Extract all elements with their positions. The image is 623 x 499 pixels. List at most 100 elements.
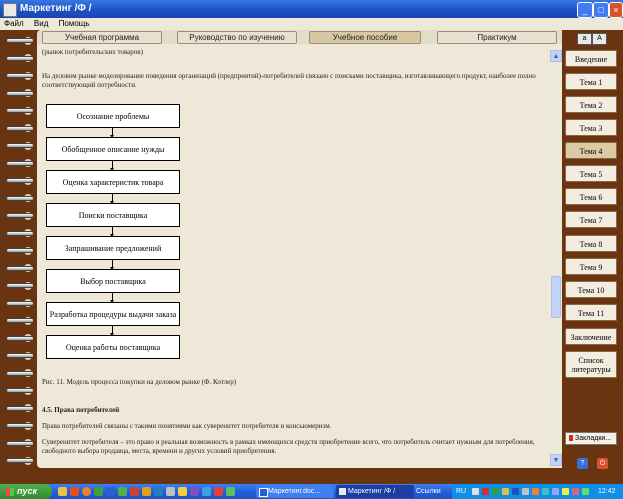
spiral-ring	[6, 195, 34, 201]
menu-help[interactable]: Помощь	[59, 18, 90, 30]
spiral-ring	[6, 370, 34, 376]
theme-8[interactable]: Тема 8	[565, 235, 617, 252]
tab-study-guide[interactable]: Руководство по изучению	[177, 31, 297, 44]
quicklaunch-excel-icon[interactable]	[118, 487, 127, 496]
tray-misc-icon[interactable]	[582, 488, 589, 495]
tray-volume-icon[interactable]	[522, 488, 529, 495]
quicklaunch-media-icon[interactable]	[70, 487, 79, 496]
tray-update-icon[interactable]	[532, 488, 539, 495]
theme-2[interactable]: Тема 2	[565, 96, 617, 113]
spiral-ring	[6, 230, 34, 236]
section-heading: 4.5. Права потребителей	[42, 406, 120, 414]
flow-arrow	[110, 226, 114, 237]
flow-step: Оценка работы поставщика	[46, 335, 180, 359]
bookmarks-button[interactable]: Закладки...	[565, 432, 617, 445]
menu-file[interactable]: Файл	[4, 18, 24, 30]
paragraph-sovereignty: Суверенитет потребителя – это право и ре…	[42, 438, 535, 455]
flow-arrow	[110, 193, 114, 204]
spiral-ring	[6, 125, 34, 131]
menu-view[interactable]: Вид	[34, 18, 48, 30]
quicklaunch-notes-icon[interactable]	[178, 487, 187, 496]
quicklaunch-browser-icon[interactable]	[82, 487, 91, 496]
quicklaunch-network-icon[interactable]	[202, 487, 211, 496]
flow-step: Запрашивание предложений	[46, 236, 180, 260]
spiral-ring	[6, 423, 34, 428]
quicklaunch-powerpoint-icon[interactable]	[130, 487, 139, 496]
font-increase-button[interactable]: A	[592, 33, 607, 45]
scroll-up-button[interactable]: ▲	[550, 50, 562, 62]
quicklaunch-tool-icon[interactable]	[190, 487, 199, 496]
tray-keyboard-icon[interactable]	[472, 488, 479, 495]
spiral-ring	[6, 38, 34, 43]
help-icon[interactable]: ?	[577, 458, 588, 469]
scroll-down-button[interactable]: ▼	[550, 454, 562, 466]
quicklaunch-outlook-icon[interactable]	[154, 487, 163, 496]
links-toolbar[interactable]: Ссылки	[416, 484, 441, 499]
theme-conclusion[interactable]: Заключение	[565, 328, 617, 345]
theme-10[interactable]: Тема 10	[565, 281, 617, 298]
close-button[interactable]: ×	[609, 2, 623, 18]
tray-sync-icon[interactable]	[542, 488, 549, 495]
figure-caption: Рис. 11. Модель процесса покупки на дело…	[42, 378, 237, 386]
theme-4[interactable]: Тема 4	[565, 142, 617, 159]
tray-power-icon[interactable]	[562, 488, 569, 495]
content-area: (рынок потребительских товаров) На делов…	[42, 48, 550, 466]
quicklaunch-folder-icon[interactable]	[58, 487, 67, 496]
spiral-ring	[6, 248, 34, 253]
tab-textbook[interactable]: Учебное пособие	[309, 31, 421, 44]
theme-11[interactable]: Тема 11	[565, 304, 617, 321]
quicklaunch-word-icon[interactable]	[106, 487, 115, 496]
theme-bibliography[interactable]: Список литературы	[565, 351, 617, 378]
quicklaunch-extra-icon[interactable]	[226, 487, 235, 496]
tray-bluetooth-icon[interactable]	[512, 488, 519, 495]
font-decrease-button[interactable]: a	[577, 33, 592, 45]
theme-9[interactable]: Тема 9	[565, 258, 617, 275]
spiral-ring	[6, 405, 34, 411]
quicklaunch-explorer-icon[interactable]	[166, 487, 175, 496]
tab-curriculum[interactable]: Учебная программа	[42, 31, 162, 44]
paragraph-consumer-rights: Права потребителей связаны с такими поня…	[42, 422, 332, 430]
spiral-ring	[6, 178, 34, 183]
exit-icon[interactable]: ⏻	[597, 458, 608, 469]
spiral-ring	[6, 55, 34, 61]
menu-bar: Файл Вид Помощь	[0, 18, 623, 30]
language-indicator[interactable]: RU	[456, 484, 466, 499]
spiral-ring	[6, 108, 34, 113]
theme-1[interactable]: Тема 1	[565, 73, 617, 90]
quicklaunch-misc-icon[interactable]	[214, 487, 223, 496]
tab-practicum[interactable]: Практикум	[437, 31, 557, 44]
flow-step: Поиски поставщика	[46, 203, 180, 227]
task-word-document[interactable]: Маркетинг.doc...	[256, 485, 334, 498]
bookmarks-label: Закладки...	[575, 435, 612, 442]
app-icon	[3, 3, 17, 17]
theme-5[interactable]: Тема 5	[565, 165, 617, 182]
spiral-ring	[6, 440, 34, 446]
tray-display-icon[interactable]	[552, 488, 559, 495]
theme-6[interactable]: Тема 6	[565, 188, 617, 205]
start-button[interactable]: пуск	[0, 484, 52, 499]
spiral-ring	[6, 318, 34, 323]
spiral-ring	[6, 300, 34, 306]
task-marketing-app[interactable]: Маркетинг /Ф /	[336, 485, 414, 498]
quicklaunch-app-icon[interactable]	[94, 487, 103, 496]
word-icon	[259, 488, 268, 497]
spiral-ring	[6, 283, 34, 288]
task-label: Маркетинг /Ф /	[348, 488, 396, 495]
tray-antivirus-icon[interactable]	[482, 488, 489, 495]
theme-intro[interactable]: Введение	[565, 50, 617, 67]
tray-messenger-icon[interactable]	[502, 488, 509, 495]
scroll-thumb[interactable]	[551, 276, 561, 318]
maximize-button[interactable]: □	[593, 2, 609, 18]
start-label: пуск	[17, 486, 38, 496]
vertical-scrollbar[interactable]: ▲ ▼	[550, 50, 562, 466]
spiral-ring	[6, 458, 34, 463]
tray-app-icon[interactable]	[572, 488, 579, 495]
spiral-binding	[0, 30, 40, 468]
quicklaunch-access-icon[interactable]	[142, 487, 151, 496]
spiral-ring	[6, 353, 34, 358]
theme-3[interactable]: Тема 3	[565, 119, 617, 136]
clock[interactable]: 12:42	[598, 484, 616, 499]
theme-7[interactable]: Тема 7	[565, 211, 617, 228]
minimize-button[interactable]: _	[577, 2, 593, 18]
tray-network-icon[interactable]	[492, 488, 499, 495]
